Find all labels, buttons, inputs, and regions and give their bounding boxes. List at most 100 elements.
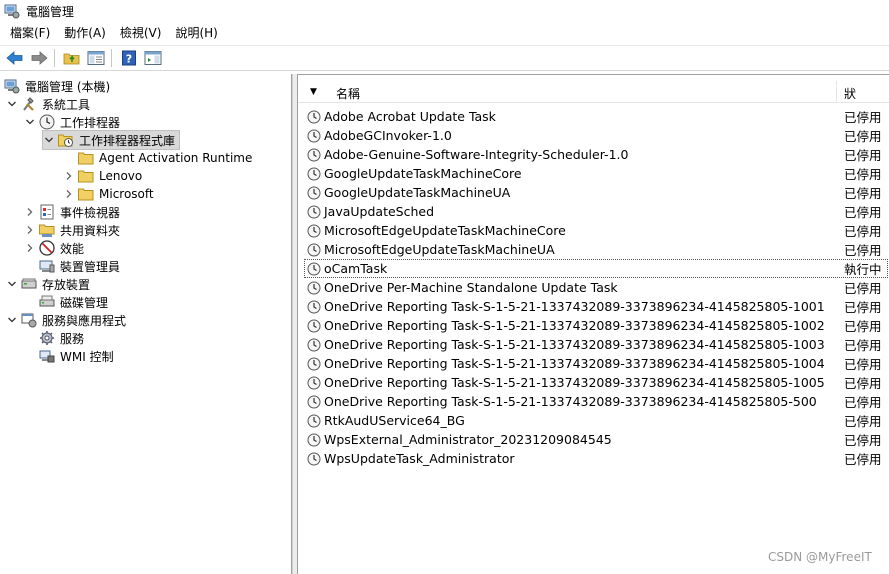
chevron-right-icon[interactable] xyxy=(63,188,75,200)
task-name: OneDrive Reporting Task-S-1-5-21-1337432… xyxy=(324,356,825,371)
task-row[interactable]: WpsExternal_Administrator_20231209084545… xyxy=(304,430,888,449)
tree-item-event-viewer[interactable]: 事件檢視器 xyxy=(24,203,120,221)
task-row[interactable]: GoogleUpdateTaskMachineUA 已停用 xyxy=(304,183,888,202)
chevron-right-icon[interactable] xyxy=(63,170,75,182)
task-clock-icon xyxy=(307,281,321,295)
task-row[interactable]: RtkAudUService64_BG 已停用 xyxy=(304,411,888,430)
services-gear-icon xyxy=(39,330,55,346)
task-name: GoogleUpdateTaskMachineUA xyxy=(324,185,511,200)
device-manager-icon xyxy=(39,258,55,274)
task-row[interactable]: GoogleUpdateTaskMachineCore 已停用 xyxy=(304,164,888,183)
tree-item-shared-folders[interactable]: 共用資料夾 xyxy=(24,221,120,239)
tree-item-task-scheduler-library[interactable]: 工作排程器程式庫 xyxy=(41,130,181,150)
task-name: Adobe Acrobat Update Task xyxy=(324,109,496,124)
task-row[interactable]: oCamTask 執行中 xyxy=(304,259,888,278)
help-button[interactable]: ? xyxy=(118,47,140,69)
task-row[interactable]: WpsUpdateTask_Administrator 已停用 xyxy=(304,449,888,468)
forward-button[interactable] xyxy=(28,47,50,69)
show-hide-console-tree-button[interactable] xyxy=(85,47,107,69)
sort-descending-icon[interactable]: ▼ xyxy=(310,87,317,97)
chevron-down-icon[interactable] xyxy=(6,314,18,326)
tree-item-computer-management[interactable]: 電腦管理 (本機) xyxy=(4,77,110,95)
task-status: 已停用 xyxy=(844,281,882,296)
tree-item-label: 工作排程器程式庫 xyxy=(79,133,176,148)
chevron-down-icon[interactable] xyxy=(43,134,55,146)
task-list-pane[interactable]: ▼ 名稱 狀 Adobe Acrobat Update Task 已停用 Adobe… xyxy=(298,74,889,574)
tree-item-services-and-applications[interactable]: 服務與應用程式 xyxy=(6,311,126,329)
tree-item-disk-management[interactable]: 磁碟管理 xyxy=(24,293,108,311)
tree-item-label: 磁碟管理 xyxy=(60,295,109,310)
task-clock-icon xyxy=(307,338,321,352)
task-status: 已停用 xyxy=(844,376,882,391)
task-name: RtkAudUService64_BG xyxy=(324,413,465,428)
tree-item-microsoft[interactable]: Microsoft xyxy=(63,185,154,203)
column-header-name[interactable]: 名稱 xyxy=(336,85,360,102)
task-row[interactable]: OneDrive Per-Machine Standalone Update T… xyxy=(304,278,888,297)
tree-item-agent-activation-runtime[interactable]: Agent Activation Runtime xyxy=(63,149,252,167)
task-name: OneDrive Reporting Task-S-1-5-21-1337432… xyxy=(324,318,825,333)
task-row[interactable]: AdobeGCInvoker-1.0 已停用 xyxy=(304,126,888,145)
watermark: CSDN @MyFreeIT xyxy=(768,550,872,564)
tree-item-device-manager[interactable]: 裝置管理員 xyxy=(24,257,120,275)
chevron-right-icon[interactable] xyxy=(24,206,36,218)
task-row[interactable]: OneDrive Reporting Task-S-1-5-21-1337432… xyxy=(304,316,888,335)
task-row[interactable]: MicrosoftEdgeUpdateTaskMachineCore 已停用 xyxy=(304,221,888,240)
help-icon: ? xyxy=(122,50,136,66)
task-status: 已停用 xyxy=(844,319,882,334)
task-row[interactable]: Adobe Acrobat Update Task 已停用 xyxy=(304,107,888,126)
console-tree[interactable]: 電腦管理 (本機) 系統工具 工作排程器 工作排程器程式庫 Agent Acti… xyxy=(0,74,292,574)
task-row[interactable]: OneDrive Reporting Task-S-1-5-21-1337432… xyxy=(304,392,888,411)
tree-item-task-scheduler[interactable]: 工作排程器 xyxy=(24,113,120,131)
performance-icon xyxy=(39,240,55,256)
task-status: 已停用 xyxy=(844,148,882,163)
tree-item-system-tools[interactable]: 系統工具 xyxy=(6,95,90,113)
chevron-down-icon[interactable] xyxy=(6,278,18,290)
menu-action[interactable]: 動作(A) xyxy=(57,22,113,44)
column-divider[interactable] xyxy=(836,81,837,103)
task-row[interactable]: MicrosoftEdgeUpdateTaskMachineUA 已停用 xyxy=(304,240,888,259)
show-hide-action-pane-button[interactable] xyxy=(142,47,164,69)
shared-folders-icon xyxy=(39,222,55,238)
chevron-right-icon[interactable] xyxy=(24,242,36,254)
tree-item-storage[interactable]: 存放裝置 xyxy=(6,275,90,293)
task-row[interactable]: OneDrive Reporting Task-S-1-5-21-1337432… xyxy=(304,335,888,354)
task-name: MicrosoftEdgeUpdateTaskMachineUA xyxy=(324,242,555,257)
menu-bar: 檔案(F) 動作(A) 檢視(V) 說明(H) xyxy=(0,22,889,44)
task-row[interactable]: JavaUpdateSched 已停用 xyxy=(304,202,888,221)
task-name: oCamTask xyxy=(324,261,388,276)
tree-item-services[interactable]: 服務 xyxy=(24,329,84,347)
console-tree-icon xyxy=(87,51,105,65)
column-header-status[interactable]: 狀 xyxy=(844,85,856,102)
task-clock-icon xyxy=(307,224,321,238)
task-clock-icon xyxy=(307,205,321,219)
task-clock-icon xyxy=(307,319,321,333)
tree-item-label: 服務與應用程式 xyxy=(42,313,127,328)
menu-help[interactable]: 說明(H) xyxy=(168,22,224,44)
forward-arrow-icon xyxy=(31,51,48,65)
task-row[interactable]: Adobe-Genuine-Software-Integrity-Schedul… xyxy=(304,145,888,164)
task-status: 已停用 xyxy=(844,433,882,448)
task-clock-icon xyxy=(307,243,321,257)
chevron-right-icon[interactable] xyxy=(24,224,36,236)
menu-view[interactable]: 檢視(V) xyxy=(113,22,169,44)
menu-file[interactable]: 檔案(F) xyxy=(0,22,57,44)
folder-icon xyxy=(78,150,94,166)
action-pane-icon xyxy=(144,51,162,65)
task-row[interactable]: OneDrive Reporting Task-S-1-5-21-1337432… xyxy=(304,373,888,392)
task-name: OneDrive Per-Machine Standalone Update T… xyxy=(324,280,618,295)
back-button[interactable] xyxy=(4,47,26,69)
chevron-down-icon[interactable] xyxy=(24,116,36,128)
task-row[interactable]: OneDrive Reporting Task-S-1-5-21-1337432… xyxy=(304,354,888,373)
task-clock-icon xyxy=(307,148,321,162)
chevron-down-icon[interactable] xyxy=(6,98,18,110)
tree-item-wmi-control[interactable]: WMI 控制 xyxy=(24,347,114,365)
task-name: OneDrive Reporting Task-S-1-5-21-1337432… xyxy=(324,394,817,409)
task-row[interactable]: OneDrive Reporting Task-S-1-5-21-1337432… xyxy=(304,297,888,316)
task-status: 已停用 xyxy=(844,186,882,201)
tree-item-performance[interactable]: 效能 xyxy=(24,239,84,257)
task-name: OneDrive Reporting Task-S-1-5-21-1337432… xyxy=(324,375,825,390)
disk-management-icon xyxy=(39,294,55,310)
tree-item-lenovo[interactable]: Lenovo xyxy=(63,167,142,185)
task-status: 已停用 xyxy=(844,414,882,429)
up-folder-button[interactable] xyxy=(61,47,83,69)
